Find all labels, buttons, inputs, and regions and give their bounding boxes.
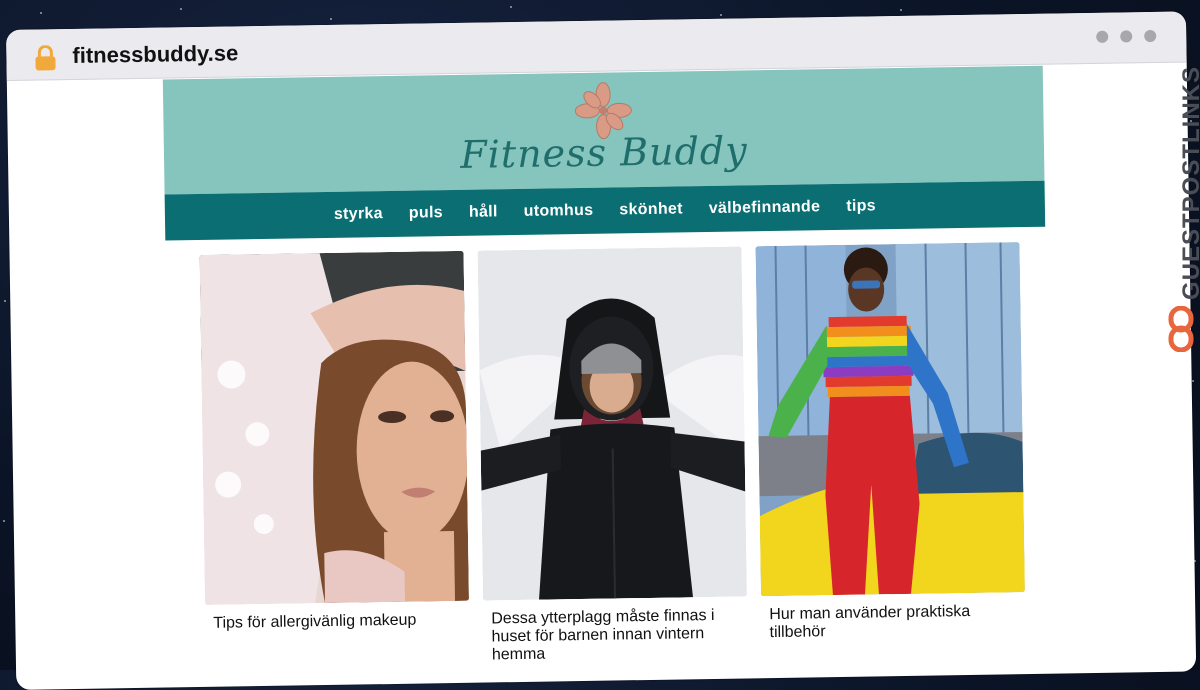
nav-item-skonhet[interactable]: skönhet <box>619 200 683 219</box>
window-dot-3[interactable] <box>1144 29 1157 43</box>
nav-item-valbefinnande[interactable]: välbefinnande <box>709 198 821 218</box>
guestpostlinks-text: GUESTPOSTLINKS <box>1178 65 1200 300</box>
window-dot-1[interactable] <box>1096 30 1109 43</box>
article-title[interactable]: Dessa ytterplagg måste finnas i huset fö… <box>483 606 748 664</box>
article-title[interactable]: Tips för allergivänlig makeup <box>205 611 469 633</box>
nav-item-styrka[interactable]: styrka <box>334 205 383 224</box>
lock-icon <box>35 45 56 71</box>
site-header: Fitness Buddy <box>162 65 1045 195</box>
article-card[interactable]: Tips för allergivänlig makeup <box>199 250 470 633</box>
address-bar-url[interactable]: fitnessbuddy.se <box>72 40 238 69</box>
site-logo-text[interactable]: Fitness Buddy <box>164 124 1045 182</box>
nav-item-tips[interactable]: tips <box>846 197 876 215</box>
nav-item-hall[interactable]: håll <box>469 203 498 221</box>
browser-window: fitnessbuddy.se Fitness Buddy styrka pul… <box>6 11 1197 690</box>
window-dot-2[interactable] <box>1120 30 1133 43</box>
link-icon <box>1168 306 1194 352</box>
article-card[interactable]: Dessa ytterplagg måste finnas i huset fö… <box>477 246 748 664</box>
nav-item-puls[interactable]: puls <box>409 204 443 223</box>
nav-item-utomhus[interactable]: utomhus <box>524 202 594 221</box>
article-image-rainbow[interactable] <box>755 242 1025 597</box>
article-title[interactable]: Hur man använder praktiska tillbehör <box>761 602 1026 642</box>
article-card[interactable]: Hur man använder praktiska tillbehör <box>755 242 1025 642</box>
window-controls <box>1096 29 1157 43</box>
article-image-winter[interactable] <box>477 246 747 601</box>
article-image-makeup[interactable] <box>199 250 470 605</box>
